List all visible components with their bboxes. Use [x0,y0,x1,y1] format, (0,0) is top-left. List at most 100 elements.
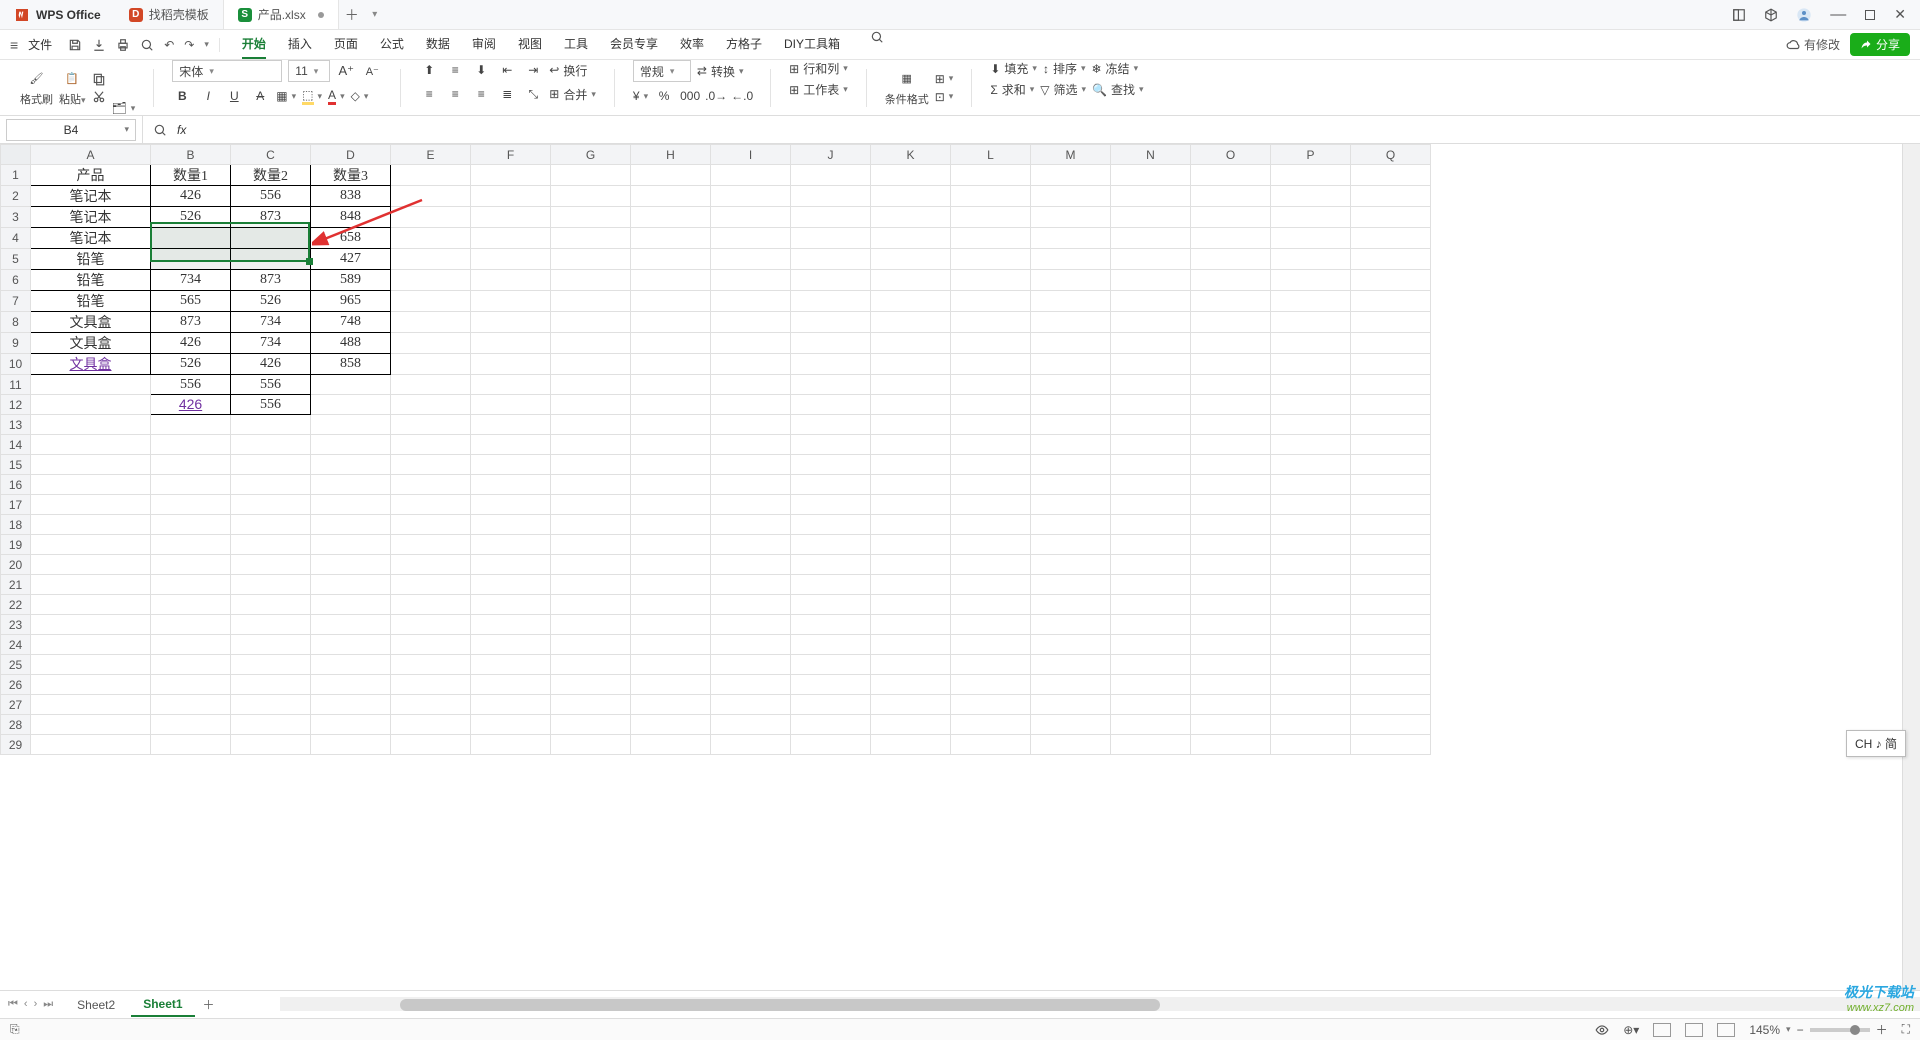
cell-J26[interactable] [791,675,871,695]
cell-J27[interactable] [791,695,871,715]
cell-G29[interactable] [551,735,631,755]
cell-H4[interactable] [631,228,711,249]
cell-K2[interactable] [871,186,951,207]
cell-P28[interactable] [1271,715,1351,735]
col-header-H[interactable]: H [631,145,711,165]
cell-I16[interactable] [711,475,791,495]
cell-D28[interactable] [311,715,391,735]
cell-G19[interactable] [551,535,631,555]
cell-N10[interactable] [1111,354,1191,375]
cell-M8[interactable] [1031,312,1111,333]
cell-Q24[interactable] [1351,635,1431,655]
cell-C21[interactable] [231,575,311,595]
row-header-1[interactable]: 1 [1,165,31,186]
fill-button[interactable]: ⬇ 填充▾ [990,60,1037,77]
row-header-29[interactable]: 29 [1,735,31,755]
cell-F9[interactable] [471,333,551,354]
cell-A26[interactable] [31,675,151,695]
cell-J5[interactable] [791,249,871,270]
cell-P27[interactable] [1271,695,1351,715]
cell-G15[interactable] [551,455,631,475]
cell-P4[interactable] [1271,228,1351,249]
row-header-23[interactable]: 23 [1,615,31,635]
cell-H21[interactable] [631,575,711,595]
row-header-11[interactable]: 11 [1,375,31,395]
cell-O17[interactable] [1191,495,1271,515]
undo-icon[interactable]: ↶ [164,38,174,52]
menutab-review[interactable]: 审阅 [472,30,496,59]
cube-icon[interactable] [1764,8,1778,22]
cell-G7[interactable] [551,291,631,312]
view-break-icon[interactable] [1717,1023,1735,1037]
cell-A13[interactable] [31,415,151,435]
cell-B22[interactable] [151,595,231,615]
eye-icon[interactable] [1595,1023,1609,1037]
cell-K1[interactable] [871,165,951,186]
cell-P14[interactable] [1271,435,1351,455]
cell-L1[interactable] [951,165,1031,186]
cell-D9[interactable]: 488 [311,333,391,354]
indent-inc-icon[interactable]: ⇥ [523,60,543,80]
highlight-icon[interactable]: ◇▾ [351,89,369,103]
row-header-20[interactable]: 20 [1,555,31,575]
cell-J3[interactable] [791,207,871,228]
cell-C24[interactable] [231,635,311,655]
cell-H23[interactable] [631,615,711,635]
cell-G22[interactable] [551,595,631,615]
fontsize-select[interactable]: 11▾ [288,60,330,82]
cell-P21[interactable] [1271,575,1351,595]
cell-P2[interactable] [1271,186,1351,207]
cell-N2[interactable] [1111,186,1191,207]
cell-D3[interactable]: 848 [311,207,391,228]
export-icon[interactable] [92,38,106,52]
cell-J21[interactable] [791,575,871,595]
menutab-formula[interactable]: 公式 [380,30,404,59]
cell-F8[interactable] [471,312,551,333]
row-header-5[interactable]: 5 [1,249,31,270]
valign-bot-icon[interactable]: ⬇ [471,60,491,80]
cell-P9[interactable] [1271,333,1351,354]
cell-D16[interactable] [311,475,391,495]
cell-M14[interactable] [1031,435,1111,455]
cell-M18[interactable] [1031,515,1111,535]
cell-C12[interactable]: 556 [231,395,311,415]
col-header-D[interactable]: D [311,145,391,165]
col-header-A[interactable]: A [31,145,151,165]
percent-icon[interactable]: % [654,86,674,106]
avatar-icon[interactable] [1796,7,1812,23]
cell-L19[interactable] [951,535,1031,555]
cell-Q23[interactable] [1351,615,1431,635]
cell-C17[interactable] [231,495,311,515]
cell-M15[interactable] [1031,455,1111,475]
align-center-icon[interactable]: ≡ [445,84,465,104]
cell-E16[interactable] [391,475,471,495]
redo-icon[interactable]: ↷ [184,38,194,52]
cell-O19[interactable] [1191,535,1271,555]
menutab-tools[interactable]: 工具 [564,30,588,59]
filter-button[interactable]: ▽ 筛选▾ [1040,81,1086,98]
cell-J18[interactable] [791,515,871,535]
menutab-effic[interactable]: 效率 [680,30,704,59]
cell-D27[interactable] [311,695,391,715]
expand-fx-icon[interactable] [153,123,167,137]
cell-M9[interactable] [1031,333,1111,354]
cell-G14[interactable] [551,435,631,455]
cell-G9[interactable] [551,333,631,354]
cell-A16[interactable] [31,475,151,495]
cell-A17[interactable] [31,495,151,515]
cell-H17[interactable] [631,495,711,515]
cell-J6[interactable] [791,270,871,291]
cell-F18[interactable] [471,515,551,535]
cell-G5[interactable] [551,249,631,270]
cell-E26[interactable] [391,675,471,695]
cell-I29[interactable] [711,735,791,755]
cell-Q19[interactable] [1351,535,1431,555]
cell-B25[interactable] [151,655,231,675]
row-header-3[interactable]: 3 [1,207,31,228]
cell-L11[interactable] [951,375,1031,395]
cell-K15[interactable] [871,455,951,475]
cell-E4[interactable] [391,228,471,249]
cell-N4[interactable] [1111,228,1191,249]
cell-C20[interactable] [231,555,311,575]
cell-L7[interactable] [951,291,1031,312]
